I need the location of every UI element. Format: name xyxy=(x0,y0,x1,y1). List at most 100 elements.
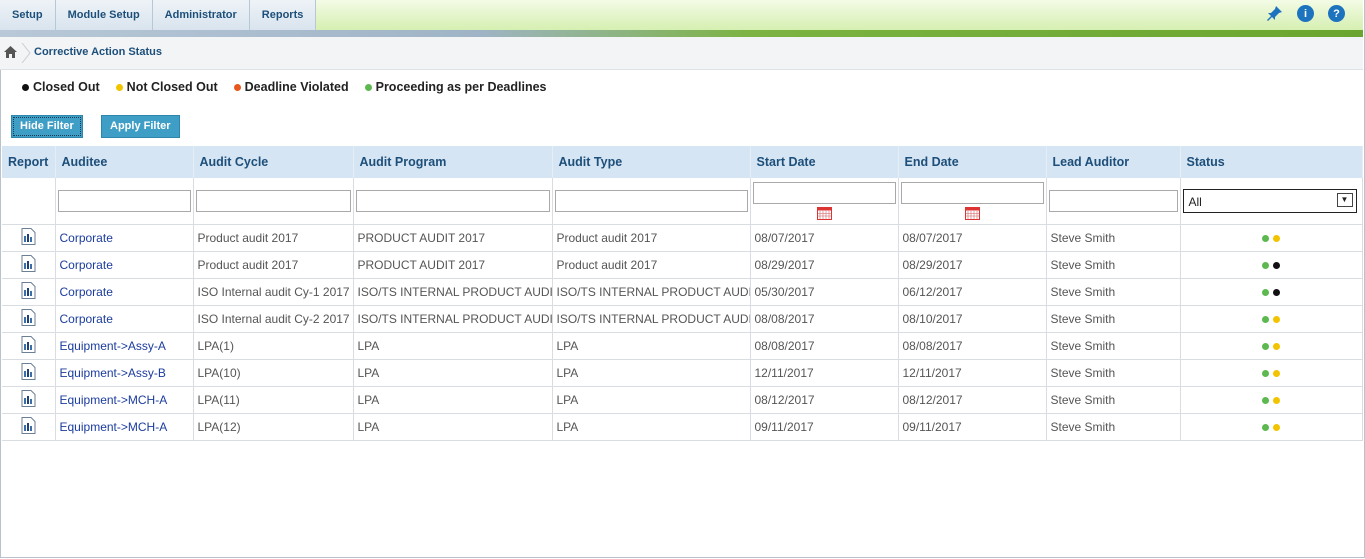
end-date-cell: 08/10/2017 xyxy=(898,305,1047,333)
table-row: Equipment->MCH-A LPA(12) LPA LPA 09/11/2017 0… xyxy=(2,413,1363,441)
audit-type-cell: Product audit 2017 xyxy=(552,224,751,252)
col-end-date[interactable]: End Date xyxy=(898,146,1047,178)
report-icon[interactable] xyxy=(21,228,36,248)
audit-type-filter-input[interactable] xyxy=(554,190,748,212)
proceeding-dot-icon xyxy=(364,83,372,91)
auditee-cell[interactable]: Equipment->MCH-A xyxy=(55,413,194,441)
hide-filter-button[interactable]: Hide Filter xyxy=(11,115,83,138)
breadcrumb-separator-icon xyxy=(21,43,31,63)
start-date-cell: 09/11/2017 xyxy=(750,413,899,441)
main-menu: Setup Module Setup Administrator Reports xyxy=(0,0,317,30)
audit-cycle-cell: Product audit 2017 xyxy=(193,224,354,252)
home-icon[interactable] xyxy=(4,46,17,61)
menu-setup[interactable]: Setup xyxy=(0,0,56,30)
audit-type-cell: LPA xyxy=(552,332,751,360)
status-filter-cell: All ▼ xyxy=(1180,178,1363,225)
auditee-filter-cell xyxy=(55,178,194,225)
status-cell xyxy=(1180,413,1363,441)
status-cell xyxy=(1180,278,1363,306)
audit-cycle-cell: ISO Internal audit Cy-2 2017 xyxy=(193,305,354,333)
start-date-filter-input[interactable] xyxy=(752,182,896,204)
end-filter-cell xyxy=(898,178,1047,225)
start-date-calendar-icon[interactable] xyxy=(816,207,832,220)
report-cell xyxy=(2,413,56,441)
auditee-filter-input[interactable] xyxy=(57,190,191,212)
lead-auditor-cell: Steve Smith xyxy=(1046,305,1181,333)
status-dot-icon xyxy=(1273,343,1280,350)
col-audit-cycle[interactable]: Audit Cycle xyxy=(193,146,354,178)
status-dot-icon xyxy=(1273,316,1280,323)
filter-row: All ▼ xyxy=(2,178,1363,225)
report-icon[interactable] xyxy=(21,282,36,302)
start-date-cell: 08/29/2017 xyxy=(750,251,899,279)
audit-cycle-cell: LPA(12) xyxy=(193,413,354,441)
lead-auditor-filter-input[interactable] xyxy=(1048,190,1178,212)
report-icon[interactable] xyxy=(21,255,36,275)
status-dot-icon xyxy=(1262,343,1269,350)
auditee-cell[interactable]: Equipment->Assy-B xyxy=(55,359,194,387)
status-dot-icon xyxy=(1273,235,1280,242)
not-closed-out-dot-icon xyxy=(115,83,123,91)
audit-program-cell: PRODUCT AUDIT 2017 xyxy=(353,251,553,279)
status-dot-icon xyxy=(1262,370,1269,377)
report-icon[interactable] xyxy=(21,417,36,437)
status-cell xyxy=(1180,305,1363,333)
menu-administrator[interactable]: Administrator xyxy=(152,0,250,30)
audit-cycle-cell: LPA(11) xyxy=(193,386,354,414)
help-icon[interactable]: ? xyxy=(1328,5,1345,22)
pin-icon[interactable] xyxy=(1266,5,1283,22)
col-auditee[interactable]: Auditee xyxy=(55,146,194,178)
status-dot-icon xyxy=(1262,397,1269,404)
apply-filter-button[interactable]: Apply Filter xyxy=(101,115,180,138)
header-accent-bar xyxy=(0,30,1363,37)
table-row: Equipment->MCH-A LPA(11) LPA LPA 08/12/2017 0… xyxy=(2,386,1363,414)
status-filter-select[interactable]: All ▼ xyxy=(1182,189,1357,213)
col-status[interactable]: Status xyxy=(1180,146,1363,178)
lead-auditor-cell: Steve Smith xyxy=(1046,251,1181,279)
report-icon[interactable] xyxy=(21,336,36,356)
auditee-cell[interactable]: Equipment->MCH-A xyxy=(55,386,194,414)
audit-cycle-cell: LPA(10) xyxy=(193,359,354,387)
status-cell xyxy=(1180,224,1363,252)
auditee-cell[interactable]: Corporate xyxy=(55,305,194,333)
end-date-cell: 08/29/2017 xyxy=(898,251,1047,279)
end-date-calendar-icon[interactable] xyxy=(964,207,980,220)
audit-type-cell: LPA xyxy=(552,359,751,387)
lead-auditor-cell: Steve Smith xyxy=(1046,278,1181,306)
status-filter-value: All xyxy=(1188,195,1202,209)
auditee-cell[interactable]: Corporate xyxy=(55,251,194,279)
audit-cycle-cell: ISO Internal audit Cy-1 2017 xyxy=(193,278,354,306)
chevron-down-icon[interactable]: ▼ xyxy=(1336,193,1353,207)
report-cell xyxy=(2,386,56,414)
status-dot-icon xyxy=(1273,262,1280,269)
auditee-cell[interactable]: Corporate xyxy=(55,278,194,306)
report-cell xyxy=(2,251,56,279)
table-row: Corporate ISO Internal audit Cy-2 2017 ISO… xyxy=(2,305,1363,333)
report-cell xyxy=(2,332,56,360)
type-filter-cell xyxy=(552,178,751,225)
col-audit-type[interactable]: Audit Type xyxy=(552,146,751,178)
col-start-date[interactable]: Start Date xyxy=(750,146,899,178)
start-date-cell: 12/11/2017 xyxy=(750,359,899,387)
auditee-cell[interactable]: Equipment->Assy-A xyxy=(55,332,194,360)
report-icon[interactable] xyxy=(21,309,36,329)
info-icon[interactable]: i xyxy=(1297,5,1314,22)
col-lead-auditor[interactable]: Lead Auditor xyxy=(1046,146,1181,178)
report-icon[interactable] xyxy=(21,363,36,383)
col-report[interactable]: Report xyxy=(2,146,56,178)
report-cell xyxy=(2,359,56,387)
start-filter-cell xyxy=(750,178,899,225)
end-date-filter-input[interactable] xyxy=(900,182,1044,204)
report-icon[interactable] xyxy=(21,390,36,410)
audit-cycle-cell: LPA(1) xyxy=(193,332,354,360)
audit-program-cell: LPA xyxy=(353,413,553,441)
col-audit-program[interactable]: Audit Program xyxy=(353,146,553,178)
lead-filter-cell xyxy=(1046,178,1181,225)
auditee-cell[interactable]: Corporate xyxy=(55,224,194,252)
audit-program-filter-input[interactable] xyxy=(355,190,550,212)
audit-type-cell: LPA xyxy=(552,413,751,441)
audit-cycle-filter-input[interactable] xyxy=(195,190,351,212)
menu-reports[interactable]: Reports xyxy=(249,0,317,30)
start-date-cell: 08/08/2017 xyxy=(750,332,899,360)
menu-module-setup[interactable]: Module Setup xyxy=(55,0,153,30)
